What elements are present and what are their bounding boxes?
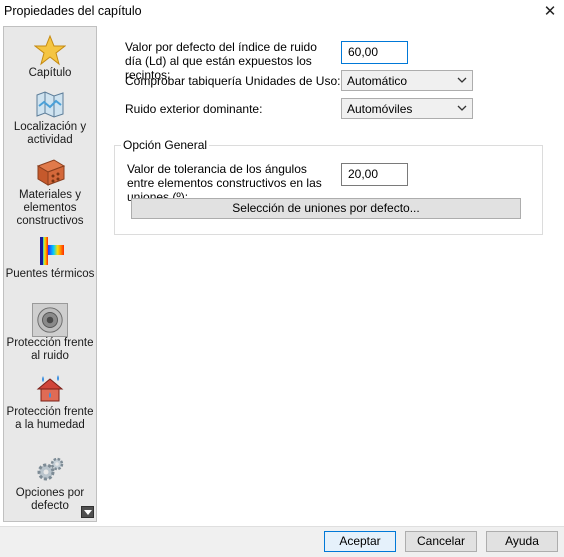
sidebar-item-label: Materiales y elementos constructivos: [16, 189, 84, 227]
speaker-icon: [37, 307, 63, 333]
accept-button[interactable]: Aceptar: [324, 531, 396, 552]
sidebar-scroll-down-icon[interactable]: [81, 506, 94, 518]
star-icon: [34, 34, 66, 66]
sidebar-item-proteccion-humedad[interactable]: Protección frente a la humedad: [4, 372, 96, 432]
sidebar-item-capitulo[interactable]: Capítulo: [4, 33, 96, 80]
window-title: Propiedades del capítulo: [4, 4, 142, 18]
sidebar-item-label: Puentes térmicos: [5, 268, 95, 280]
sidebar-item-label: Protección frente a la humedad: [6, 406, 94, 431]
thermal-bridge-icon: [40, 237, 64, 265]
humidity-icon: [36, 375, 64, 402]
sidebar: Capítulo Localización y actividad Materi…: [3, 26, 97, 522]
cancel-button[interactable]: Cancelar: [405, 531, 477, 552]
sidebar-item-label: Localización y actividad: [13, 121, 87, 146]
opcion-general-title: Opción General: [121, 138, 210, 152]
gears-icon: [37, 457, 64, 481]
ruido-exterior-label: Ruido exterior dominante:: [125, 102, 263, 116]
map-icon: [36, 91, 64, 118]
ld-value-input[interactable]: 60,00: [341, 41, 408, 64]
dialog-footer: [0, 526, 564, 557]
seleccion-uniones-button[interactable]: Selección de uniones por defecto...: [131, 198, 521, 219]
sidebar-item-puentes-termicos[interactable]: Puentes térmicos: [4, 234, 96, 281]
tabiqueria-select[interactable]: Automático: [341, 70, 473, 91]
sidebar-item-opciones-defecto[interactable]: Opciones por defecto: [4, 453, 96, 513]
help-button[interactable]: Ayuda: [486, 531, 558, 552]
tolerancia-value-input[interactable]: 20,00: [341, 163, 408, 186]
sidebar-item-localizacion[interactable]: Localización y actividad: [4, 87, 96, 147]
brick-icon: [36, 159, 66, 186]
chevron-down-icon: [457, 77, 467, 83]
tabiqueria-selected-value: Automático: [347, 74, 408, 88]
sidebar-item-proteccion-ruido[interactable]: Protección frente al ruido: [4, 303, 96, 363]
sidebar-item-label: Capítulo: [28, 67, 72, 79]
chevron-down-icon: [457, 105, 467, 111]
sidebar-item-materiales[interactable]: Materiales y elementos constructivos: [4, 155, 96, 228]
ruido-exterior-selected-value: Automóviles: [347, 102, 413, 116]
title-bar: Propiedades del capítulo ✕: [0, 0, 564, 24]
close-icon[interactable]: ✕: [537, 0, 563, 24]
tabiqueria-label: Comprobar tabiquería Unidades de Uso:: [125, 74, 341, 88]
sidebar-item-label: Protección frente al ruido: [6, 337, 94, 362]
ruido-exterior-select[interactable]: Automóviles: [341, 98, 473, 119]
